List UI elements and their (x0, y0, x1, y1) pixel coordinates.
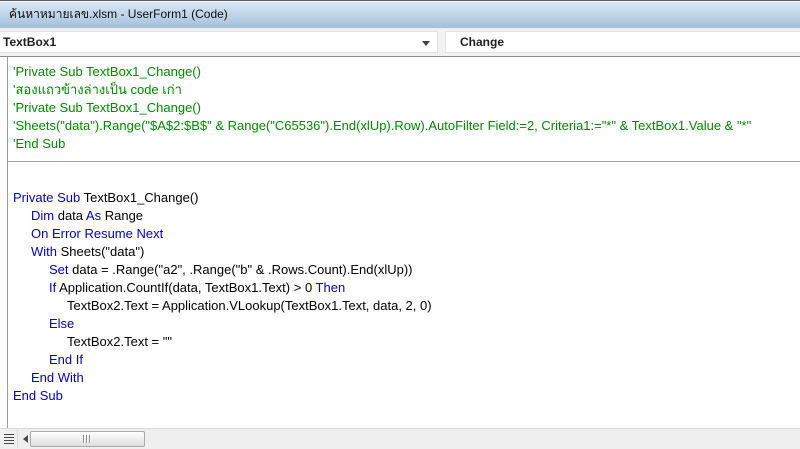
code-line: Dim data As Range (13, 207, 800, 225)
code-line: 'Private Sub TextBox1_Change() (13, 99, 800, 117)
code-editor[interactable]: 'Private Sub TextBox1_Change()'สองแถวข้า… (0, 57, 800, 428)
toolbar: TextBox1 Change (0, 29, 800, 57)
procedure-dropdown[interactable]: Change (445, 31, 800, 53)
code-line: If Application.CountIf(data, TextBox1.Te… (13, 279, 800, 297)
grip-dots-icon (83, 435, 92, 443)
code-line: Else (13, 315, 800, 333)
object-dropdown-value: TextBox1 (3, 35, 56, 49)
code-line: TextBox2.Text = "" (13, 333, 800, 351)
code-line: 'Sheets("data").Range("$A$2:$B$" & Range… (13, 117, 800, 135)
vbe-code-window: ค้นหาหมายเลข.xlsm - UserForm1 (Code) Tex… (0, 0, 800, 449)
code-line: Private Sub TextBox1_Change() (13, 189, 800, 207)
module-view-icon (4, 434, 14, 444)
window-title: ค้นหาหมายเลข.xlsm - UserForm1 (Code) (9, 5, 228, 24)
code-line: With Sheets("data") (13, 243, 800, 261)
code-line: 'End Sub (13, 135, 800, 153)
code-line: TextBox2.Text = Application.VLookup(Text… (13, 297, 800, 315)
triangle-left-icon (23, 435, 28, 443)
code-line: End Sub (13, 387, 800, 405)
code-line: End With (13, 369, 800, 387)
object-dropdown[interactable]: TextBox1 (0, 31, 438, 53)
window-titlebar[interactable]: ค้นหาหมายเลข.xlsm - UserForm1 (Code) (0, 1, 800, 29)
code-line: 'สองแถวข้างล่างเป็น code เก่า (13, 81, 800, 99)
procedure-separator (8, 161, 800, 162)
full-module-view-button[interactable] (0, 430, 18, 448)
code-line: 'Private Sub TextBox1_Change() (13, 63, 800, 81)
code-line: Set data = .Range("a2", .Range("b" & .Ro… (13, 261, 800, 279)
code-line: On Error Resume Next (13, 225, 800, 243)
horizontal-scrollbar[interactable] (0, 428, 800, 449)
code-lines: 'Private Sub TextBox1_Change()'สองแถวข้า… (0, 57, 800, 428)
code-line: End If (13, 351, 800, 369)
code-line (13, 171, 800, 189)
chevron-down-icon[interactable] (422, 41, 430, 46)
procedure-dropdown-value: Change (460, 35, 504, 49)
scrollbar-thumb[interactable] (30, 431, 145, 447)
